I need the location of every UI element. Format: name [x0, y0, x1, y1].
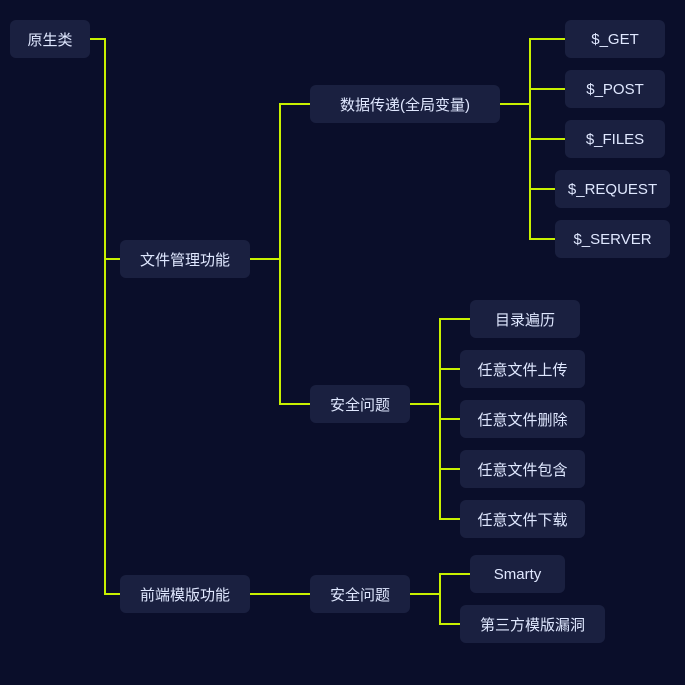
mind-map: 原生类 文件管理功能 数据传递(全局变量) $_GET $_POST $_FIL…: [0, 0, 685, 685]
node-upload: 任意文件上传: [460, 350, 585, 388]
node-data-transfer: 数据传递(全局变量): [310, 85, 500, 123]
node-files: $_FILES: [565, 120, 665, 158]
node-request: $_REQUEST: [555, 170, 670, 208]
node-download: 任意文件下载: [460, 500, 585, 538]
node-smarty: Smarty: [470, 555, 565, 593]
node-server: $_SERVER: [555, 220, 670, 258]
node-get: $_GET: [565, 20, 665, 58]
node-third-party: 第三方模版漏洞: [460, 605, 605, 643]
node-security1: 安全问题: [310, 385, 410, 423]
node-post: $_POST: [565, 70, 665, 108]
node-file-mgmt: 文件管理功能: [120, 240, 250, 278]
node-security2: 安全问题: [310, 575, 410, 613]
node-include: 任意文件包含: [460, 450, 585, 488]
node-delete: 任意文件删除: [460, 400, 585, 438]
node-frontend: 前端模版功能: [120, 575, 250, 613]
node-dir-traversal: 目录遍历: [470, 300, 580, 338]
node-root: 原生类: [10, 20, 90, 58]
